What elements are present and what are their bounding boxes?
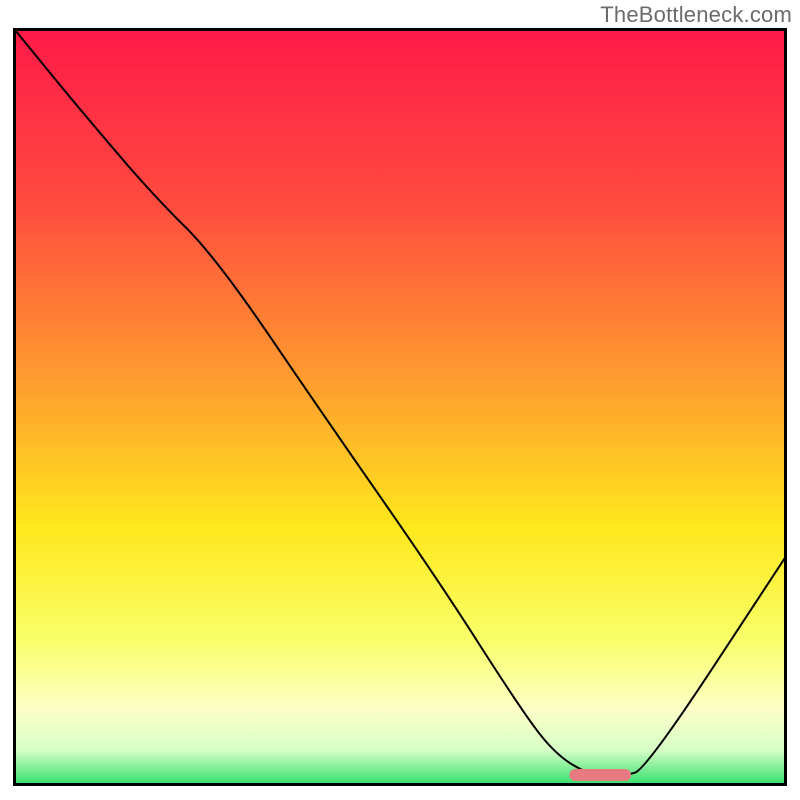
optimal-marker (569, 769, 631, 781)
watermark-text: TheBottleneck.com (600, 2, 792, 28)
bottleneck-chart (13, 28, 787, 786)
chart-container (13, 28, 787, 786)
gradient-background (15, 30, 785, 784)
